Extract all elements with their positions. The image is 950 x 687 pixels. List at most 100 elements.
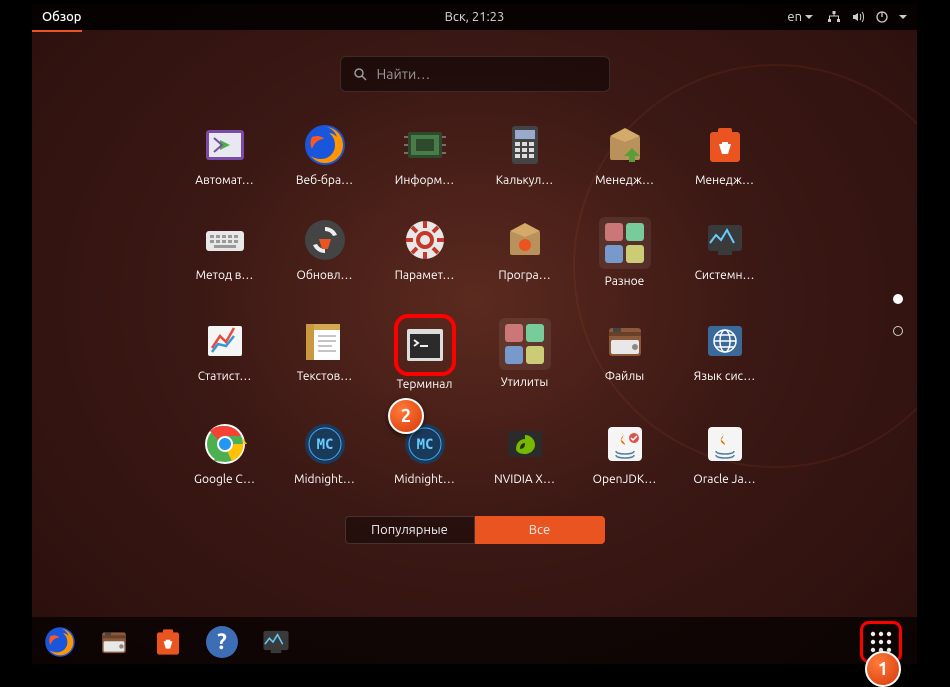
app-software2[interactable]: Програ…	[485, 217, 565, 288]
files-icon	[602, 318, 648, 364]
desktop-overview: Обзор Вск, 21:23 en Найти… Автомат… Веб-б…	[32, 4, 917, 664]
app-label: Информ…	[385, 174, 465, 187]
app-folder[interactable]: Утилиты	[485, 318, 565, 391]
pkgmgr-icon	[602, 122, 648, 168]
app-folder[interactable]: Разное	[585, 217, 665, 288]
annotation-badge-1: 1	[865, 651, 901, 687]
app-label: Утилиты	[485, 376, 565, 389]
app-label: Статист…	[185, 370, 265, 383]
app-label: Програ…	[485, 269, 565, 282]
view-tabs: Популярные Все	[32, 516, 917, 544]
pager-dot-1[interactable]	[893, 294, 903, 304]
nvidia-icon	[502, 421, 548, 467]
app-java[interactable]: OpenJDK…	[585, 421, 665, 486]
search-input[interactable]: Найти…	[340, 56, 610, 92]
app-java2[interactable]: Oracle Ja…	[685, 421, 765, 486]
app-chrome[interactable]: Google C…	[185, 421, 265, 486]
svg-text:?: ?	[217, 629, 227, 654]
app-pkgmgr[interactable]: Менедж…	[585, 122, 665, 187]
mc-icon: MC	[302, 421, 348, 467]
app-label: Midnight…	[285, 473, 365, 486]
app-label: Google C…	[185, 473, 265, 486]
calc-icon	[502, 122, 548, 168]
terminal-icon	[398, 318, 452, 372]
app-label: Язык сис…	[685, 370, 765, 383]
app-monitor[interactable]: Системн…	[685, 217, 765, 288]
app-label: Менедж…	[685, 174, 765, 187]
app-autostart[interactable]: Автомат…	[185, 122, 265, 187]
activities-button[interactable]: Обзор	[42, 10, 82, 24]
app-settings[interactable]: Парамет…	[385, 217, 465, 288]
app-keyboard[interactable]: Метод в…	[185, 217, 265, 288]
app-label: Разное	[585, 275, 665, 288]
dock-software[interactable]	[150, 624, 186, 660]
svg-text:MC: MC	[316, 437, 333, 453]
app-label: Обновл…	[285, 269, 365, 282]
monitor-icon	[702, 217, 748, 263]
app-gedit[interactable]: Текстов…	[285, 318, 365, 391]
top-bar: Обзор Вск, 21:23 en	[32, 4, 917, 30]
app-updater[interactable]: Обновл…	[285, 217, 365, 288]
clock[interactable]: Вск, 21:23	[445, 10, 505, 24]
app-hwinfo[interactable]: Информ…	[385, 122, 465, 187]
app-label: Веб-бра…	[285, 174, 365, 187]
app-label: NVIDIA X…	[485, 473, 565, 486]
java-icon	[602, 421, 648, 467]
app-label: Файлы	[585, 370, 665, 383]
chrome-icon	[202, 421, 248, 467]
app-label: Парамет…	[385, 269, 465, 282]
language-label: en	[787, 10, 802, 24]
app-label: Системн…	[685, 269, 765, 282]
app-label: Автомат…	[185, 174, 265, 187]
dock: ?	[32, 617, 917, 667]
stats-icon	[202, 318, 248, 364]
language-icon	[702, 318, 748, 364]
dock-help[interactable]: ?	[204, 624, 240, 660]
app-nvidia[interactable]: NVIDIA X…	[485, 421, 565, 486]
apps-grid: Автомат… Веб-бра… Информ… Калькул… Менедж… Ме…	[185, 122, 765, 486]
folder-icon	[499, 318, 551, 370]
app-firefox[interactable]: Веб-бра…	[285, 122, 365, 187]
app-label: Метод в…	[185, 269, 265, 282]
tab-popular[interactable]: Популярные	[345, 516, 475, 544]
app-label: Текстов…	[285, 370, 365, 383]
language-indicator[interactable]: en	[783, 9, 817, 25]
app-terminal[interactable]: Терминал	[385, 318, 465, 391]
chevron-down-icon	[899, 15, 907, 23]
software2-icon	[502, 217, 548, 263]
app-label: Oracle Ja…	[685, 473, 765, 486]
app-mc[interactable]: MC Midnight…	[285, 421, 365, 486]
app-label: Калькул…	[485, 174, 565, 187]
folder-icon	[599, 217, 651, 269]
power-icon[interactable]	[875, 10, 889, 24]
settings-icon	[402, 217, 448, 263]
keyboard-icon	[202, 217, 248, 263]
app-software[interactable]: Менедж…	[685, 122, 765, 187]
firefox-icon	[302, 122, 348, 168]
app-language[interactable]: Язык сис…	[685, 318, 765, 391]
software-icon	[702, 122, 748, 168]
app-stats[interactable]: Статист…	[185, 318, 265, 391]
dock-firefox[interactable]	[42, 624, 78, 660]
app-files[interactable]: Файлы	[585, 318, 665, 391]
annotation-badge-2: 2	[388, 398, 424, 434]
volume-icon[interactable]	[851, 10, 865, 24]
gedit-icon	[302, 318, 348, 364]
dock-files[interactable]	[96, 624, 132, 660]
app-calc[interactable]: Калькул…	[485, 122, 565, 187]
pager	[893, 294, 903, 336]
app-label: Midnight…	[385, 473, 465, 486]
app-label: OpenJDK…	[585, 473, 665, 486]
hwinfo-icon	[402, 122, 448, 168]
search-icon	[353, 67, 367, 81]
tab-all[interactable]: Все	[475, 516, 605, 544]
svg-text:MC: MC	[416, 437, 433, 453]
dock-monitor[interactable]	[258, 624, 294, 660]
java2-icon	[702, 421, 748, 467]
search-placeholder: Найти…	[377, 66, 431, 82]
pager-dot-2[interactable]	[893, 326, 903, 336]
network-icon[interactable]	[827, 10, 841, 24]
chevron-down-icon	[805, 15, 813, 23]
autostart-icon	[202, 122, 248, 168]
updater-icon	[302, 217, 348, 263]
